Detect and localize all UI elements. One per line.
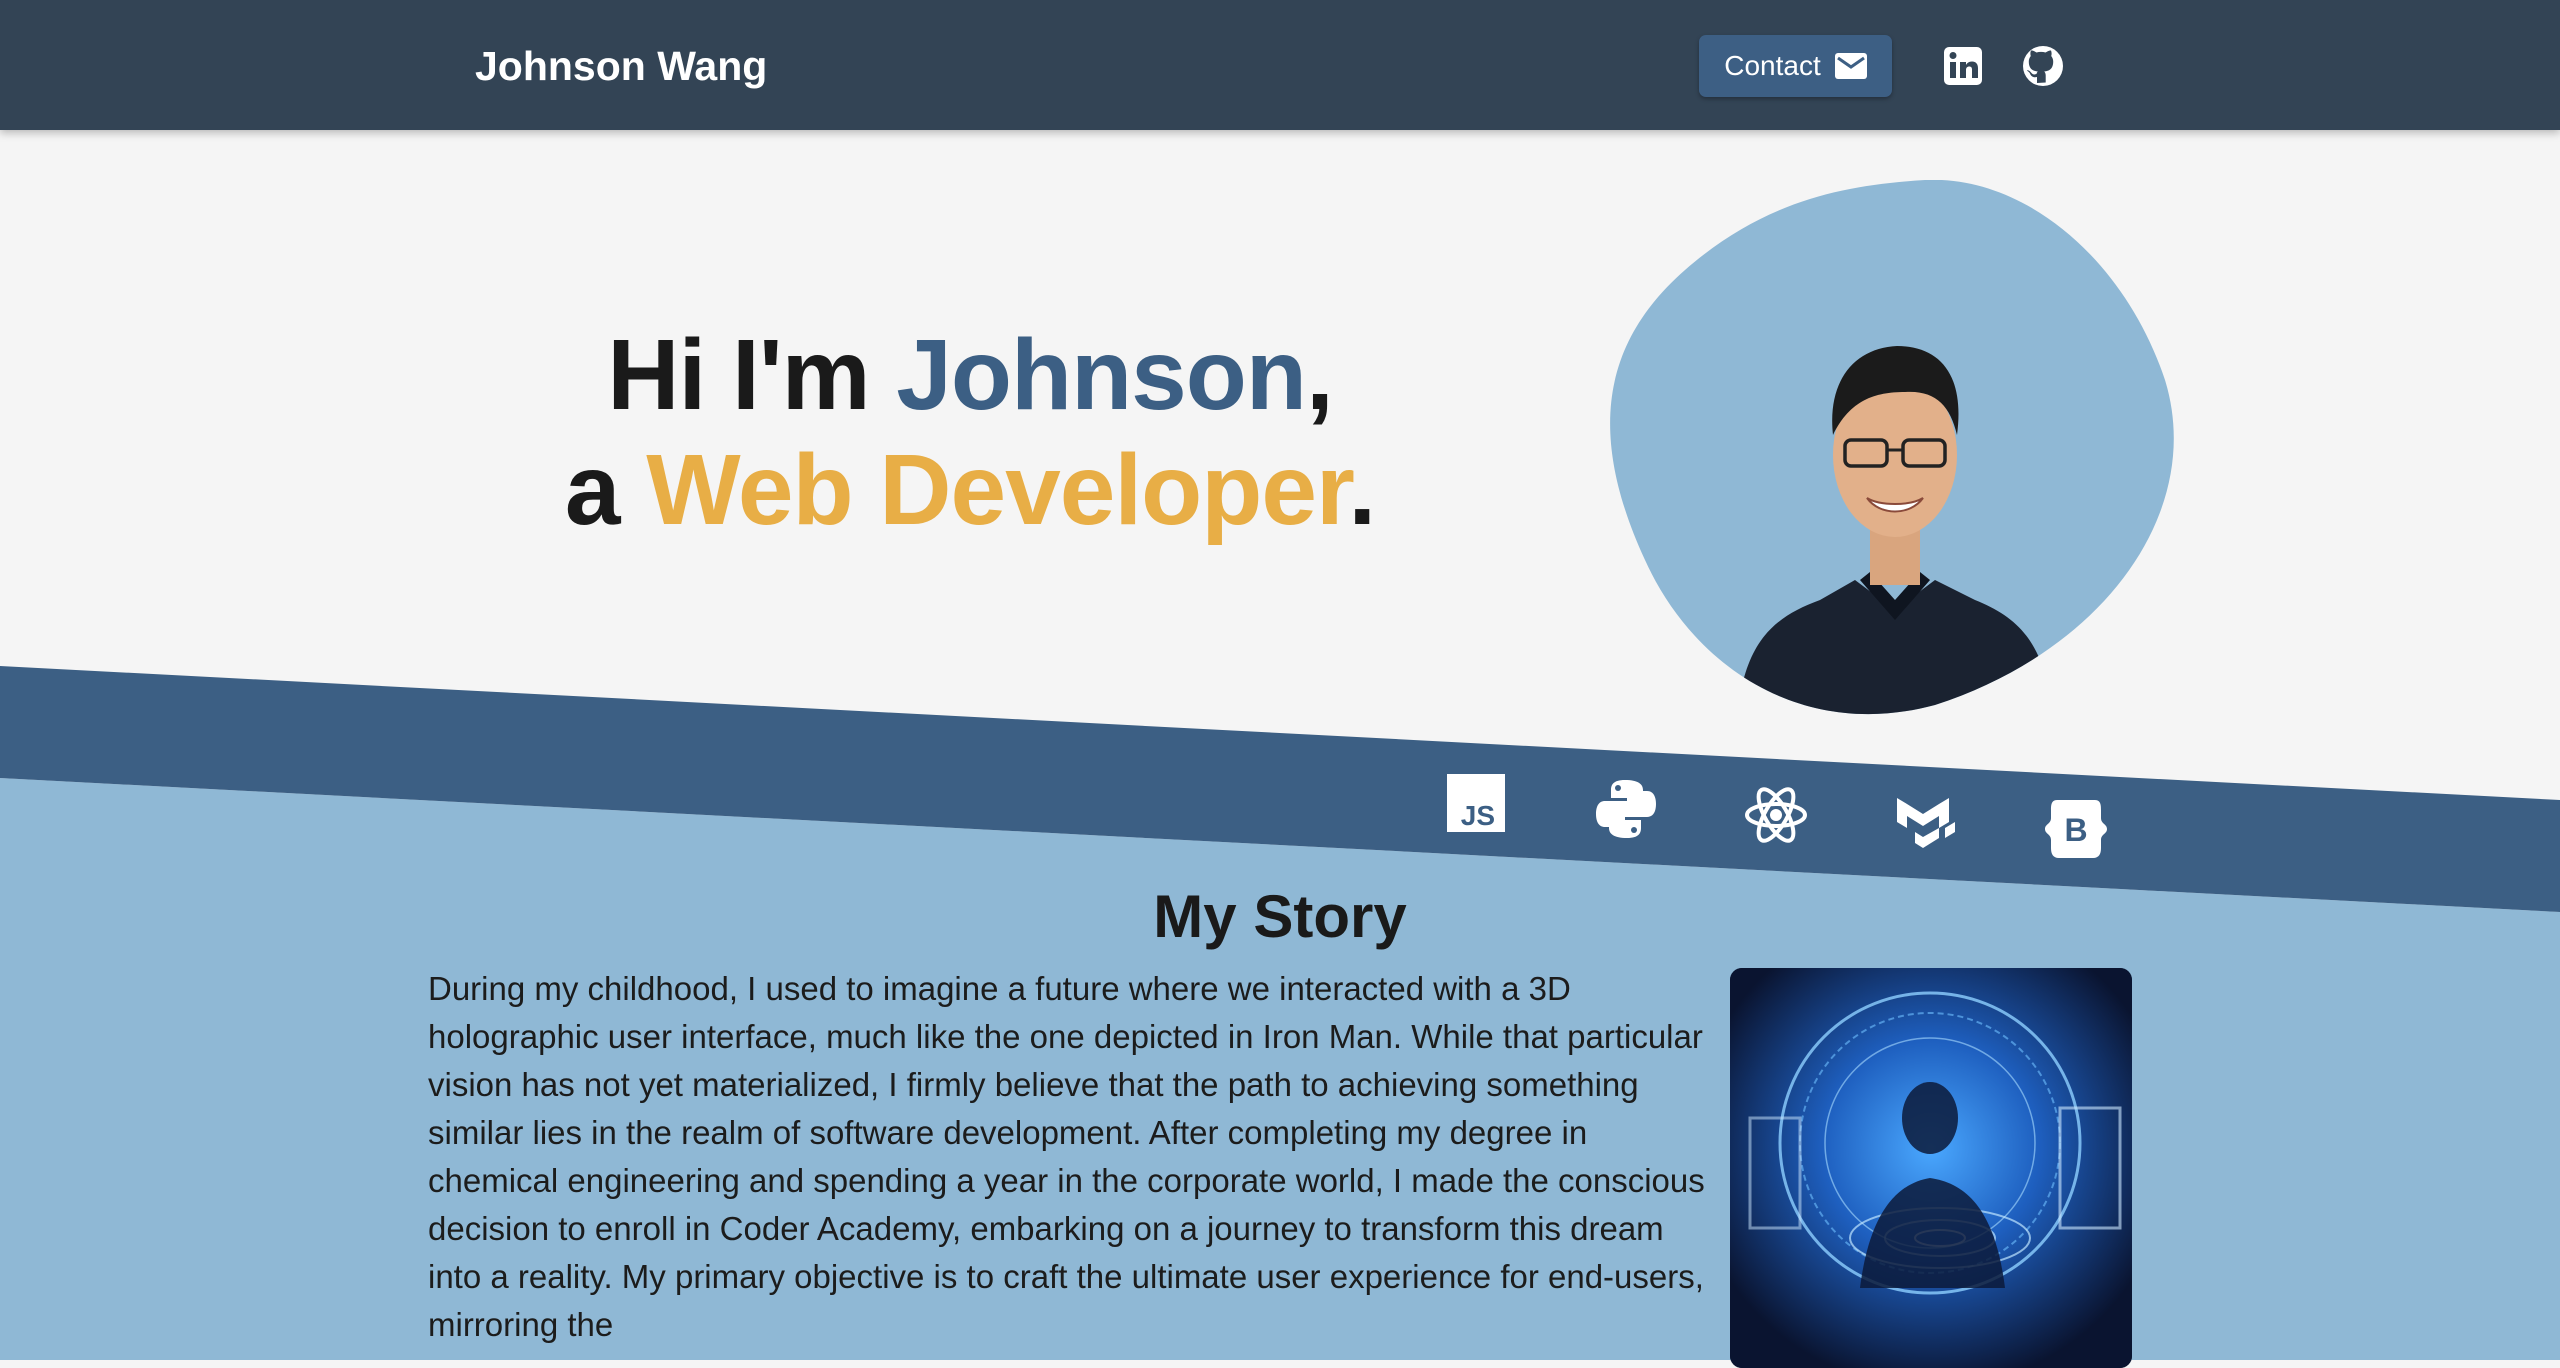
hero-line-1: Hi I'm Johnson, — [420, 318, 1520, 433]
story-hologram-image — [1730, 968, 2132, 1368]
material-ui-icon — [1893, 788, 1959, 854]
brand-name[interactable]: Johnson Wang — [475, 38, 767, 94]
hero-heading: Hi I'm Johnson, a Web Developer. — [420, 318, 1520, 548]
mail-icon — [1834, 53, 1867, 79]
story-title: My Story — [1153, 883, 1407, 950]
javascript-icon: JS — [1443, 770, 1509, 836]
hero-comma: , — [1305, 319, 1334, 431]
profile-photo — [1605, 180, 2175, 715]
python-icon — [1593, 776, 1659, 842]
svg-text:B: B — [2064, 812, 2087, 848]
linkedin-icon[interactable] — [1940, 43, 1986, 89]
contact-label: Contact — [1724, 50, 1821, 81]
github-icon[interactable] — [2020, 43, 2066, 89]
tech-stack-icons: JS B — [1440, 770, 2120, 858]
bootstrap-icon: B — [2043, 796, 2109, 862]
hero-greeting: Hi I'm — [607, 319, 897, 431]
story-paragraph: During my childhood, I used to imagine a… — [428, 970, 1705, 1343]
svg-text:JS: JS — [1461, 800, 1495, 831]
top-navbar: Johnson Wang Contact — [0, 0, 2560, 130]
hero-line-2: a Web Developer. — [420, 433, 1520, 548]
hero-article: a — [564, 434, 647, 546]
hero-name: Johnson — [896, 319, 1307, 431]
hero-role: Web Developer — [646, 434, 1349, 546]
react-icon — [1743, 782, 1809, 848]
hero-period: . — [1348, 434, 1376, 546]
contact-button[interactable]: Contact — [1699, 35, 1892, 97]
